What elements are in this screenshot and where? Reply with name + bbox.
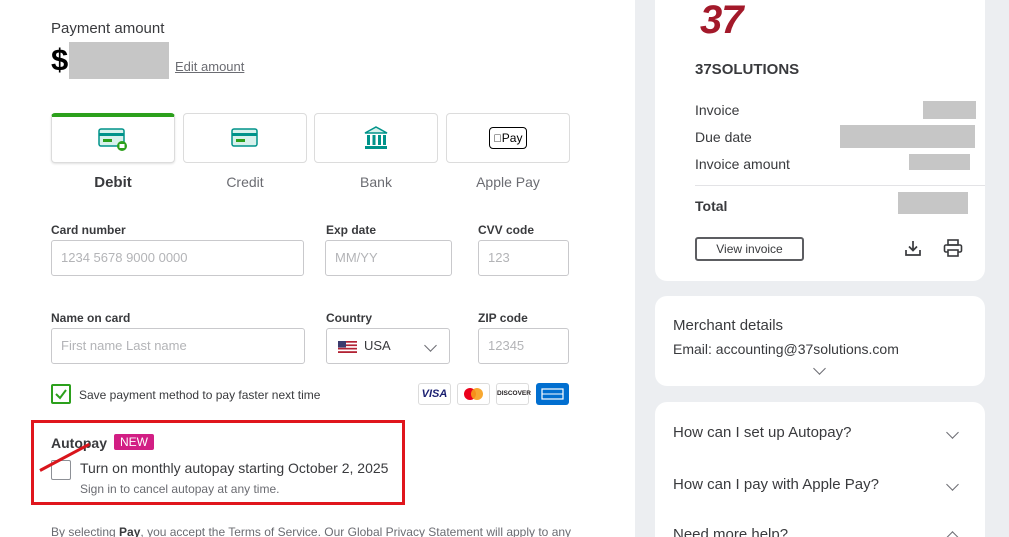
- save-method-checkbox[interactable]: [51, 384, 71, 404]
- cvv-label: CVV code: [478, 223, 535, 237]
- credit-card-icon: [231, 128, 258, 147]
- new-badge: NEW: [114, 434, 154, 450]
- zip-input[interactable]: 12345: [478, 328, 569, 364]
- merchant-details-card[interactable]: Merchant details Email: accounting@37sol…: [655, 296, 985, 386]
- print-icon[interactable]: [943, 239, 963, 257]
- invoice-card: 37 37SOLUTIONS Invoice Due date Invoice …: [655, 0, 985, 281]
- legal-suffix: , you accept the Terms of Service. Our G…: [140, 525, 572, 537]
- chevron-down-icon[interactable]: [813, 362, 826, 375]
- exp-date-input[interactable]: MM/YY: [325, 240, 452, 276]
- legal-pay-word: Pay: [119, 525, 141, 537]
- method-label-debit: Debit: [94, 174, 132, 191]
- invoice-divider: [695, 185, 985, 186]
- card-number-label: Card number: [51, 223, 126, 237]
- payment-form-panel: Payment amount $ Edit amount Pay Debit C…: [0, 0, 635, 537]
- card-number-input[interactable]: 1234 5678 9000 0000: [51, 240, 304, 276]
- total-label: Total: [695, 198, 728, 214]
- apple-pay-mark-text: Pay: [497, 131, 523, 145]
- due-date-redacted: [840, 125, 975, 148]
- autopay-checkbox-label: Turn on monthly autopay starting October…: [80, 460, 389, 476]
- mastercard-circles: [464, 388, 483, 400]
- merchant-email: Email: accounting@37solutions.com: [673, 341, 899, 357]
- exp-date-label: Exp date: [326, 223, 377, 237]
- chevron-down-icon[interactable]: [946, 426, 959, 439]
- faq-card: How can I set up Autopay? How can I pay …: [655, 402, 985, 537]
- country-value: USA: [364, 338, 391, 353]
- invoice-number-label: Invoice: [695, 102, 740, 118]
- chevron-down-icon: [424, 339, 437, 352]
- due-date-label: Due date: [695, 129, 752, 145]
- visa-logo-text: VISA: [421, 388, 448, 400]
- visa-logo-icon: VISA: [418, 383, 451, 405]
- amex-logo-icon: [536, 383, 569, 405]
- amex-mark: [541, 388, 564, 400]
- cvv-input[interactable]: 123: [478, 240, 569, 276]
- faq-item-autopay[interactable]: How can I set up Autopay?: [673, 424, 851, 441]
- total-redacted: [898, 192, 968, 214]
- mastercard-logo-icon: [457, 383, 490, 405]
- method-tile-bank[interactable]: [314, 113, 438, 163]
- faq-item-apple-pay[interactable]: How can I pay with Apple Pay?: [673, 476, 879, 493]
- name-on-card-label: Name on card: [51, 311, 131, 325]
- save-method-label: Save payment method to pay faster next t…: [79, 388, 321, 402]
- merchant-details-title: Merchant details: [673, 317, 784, 334]
- autopay-subtext: Sign in to cancel autopay at any time.: [80, 482, 280, 496]
- legal-text: By selecting Pay, you accept the Terms o…: [51, 525, 571, 537]
- name-on-card-input[interactable]: First name Last name: [51, 328, 305, 364]
- country-label: Country: [326, 311, 372, 325]
- download-icon[interactable]: [904, 239, 922, 257]
- summary-panel: 37 37SOLUTIONS Invoice Due date Invoice …: [635, 0, 1009, 537]
- apple-pay-icon: Pay: [489, 127, 527, 149]
- method-label-apple-pay: Apple Pay: [476, 174, 540, 190]
- currency-symbol: $: [51, 42, 69, 77]
- method-label-credit: Credit: [226, 174, 264, 190]
- method-tile-debit[interactable]: [51, 113, 175, 163]
- method-tile-credit[interactable]: [183, 113, 307, 163]
- invoice-amount-redacted: [909, 154, 970, 170]
- company-logo: 37: [700, 0, 743, 42]
- method-tile-apple-pay[interactable]: Pay: [446, 113, 570, 163]
- discover-logo-icon: DISCOVER: [496, 383, 531, 405]
- discover-logo-text: DISCOVER: [497, 390, 531, 397]
- debit-card-icon: [98, 127, 127, 151]
- method-label-bank: Bank: [360, 174, 392, 190]
- payment-amount-redacted: [69, 42, 169, 79]
- company-name: 37SOLUTIONS: [695, 61, 800, 78]
- checkmark-icon: [55, 389, 67, 400]
- view-invoice-button[interactable]: View invoice: [695, 237, 804, 261]
- chevron-down-icon[interactable]: [946, 478, 959, 491]
- country-select[interactable]: USA: [326, 328, 450, 364]
- legal-prefix: By selecting: [51, 525, 120, 537]
- chevron-up-icon[interactable]: [946, 531, 959, 537]
- payment-amount-label: Payment amount: [51, 20, 165, 37]
- bank-icon: [364, 126, 388, 149]
- us-flag-icon: [338, 341, 357, 353]
- faq-item-more-help[interactable]: Need more help?: [673, 526, 788, 537]
- invoice-amount-label: Invoice amount: [695, 156, 790, 172]
- zip-label: ZIP code: [478, 311, 528, 325]
- invoice-number-redacted: [923, 101, 976, 119]
- edit-amount-link[interactable]: Edit amount: [175, 59, 244, 74]
